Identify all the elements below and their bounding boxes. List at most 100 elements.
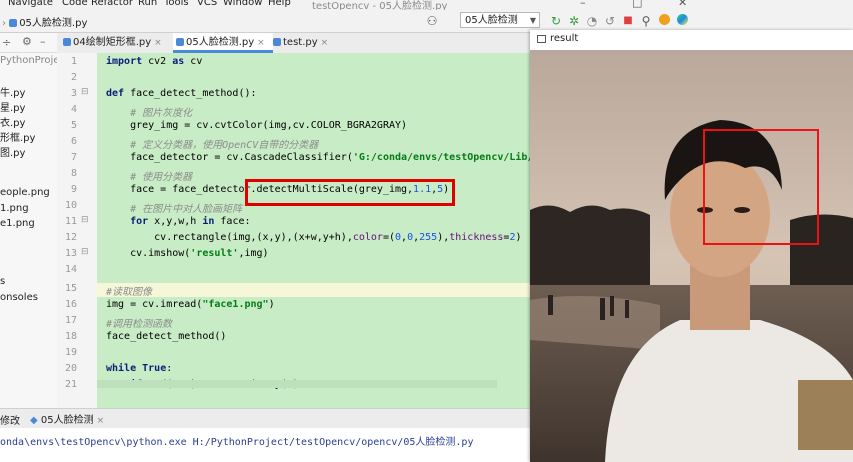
code-line-20: while True:: [106, 363, 173, 374]
maximize-icon[interactable]: □: [632, 0, 642, 9]
horizontal-scrollbar[interactable]: [97, 380, 497, 388]
collapse-all-icon[interactable]: ÷: [2, 36, 11, 49]
line-number: 14: [64, 264, 77, 275]
project-file[interactable]: eople.png: [0, 187, 50, 198]
window-controls: – □ ✕: [560, 0, 710, 9]
plugin-icon[interactable]: [674, 13, 690, 29]
breadcrumb[interactable]: › 05人脸检测.py: [2, 14, 87, 29]
python-file-icon: [63, 38, 71, 46]
line-number: 11: [64, 216, 77, 227]
chevron-down-icon: ▼: [529, 16, 536, 25]
run-configuration-select[interactable]: 05人脸检测 ▼: [460, 12, 540, 28]
project-node[interactable]: s: [0, 276, 5, 287]
line-number: 2: [70, 72, 77, 83]
project-node-consoles[interactable]: onsoles: [0, 292, 38, 303]
line-number: 15: [64, 283, 77, 294]
close-tab-icon[interactable]: ×: [257, 38, 265, 48]
menu-window[interactable]: Window: [223, 0, 262, 8]
menu-navigate[interactable]: Navigate: [8, 0, 53, 8]
toolbar: ⚇ 05人脸检测 ▼ ↻ ✲ ◔ ↺ ■ ⚲: [420, 12, 853, 30]
code-editor[interactable]: import cv2 as cv def face_detect_method(…: [97, 53, 530, 408]
code-line-3: def face_detect_method():: [106, 88, 257, 99]
code-line-4: # 图片灰度化: [106, 108, 193, 119]
project-file[interactable]: e1.png: [0, 218, 35, 229]
tab-run-05[interactable]: ◆ 05人脸检测 ×: [30, 411, 104, 426]
code-line-1: import cv2 as cv: [106, 56, 203, 67]
code-line-11: for x,y,w,h in face:: [130, 216, 251, 227]
tab-changes[interactable]: 修改: [0, 412, 20, 427]
project-file[interactable]: 衣.py: [0, 114, 25, 129]
result-window-title: result: [550, 33, 579, 44]
line-number: 12: [64, 232, 77, 243]
menu-tools[interactable]: Tools: [164, 0, 189, 8]
line-number: 1: [70, 56, 77, 67]
project-file[interactable]: 星.py: [0, 99, 25, 114]
close-tab-icon[interactable]: ×: [97, 416, 105, 426]
fold-icon[interactable]: ⊟: [81, 87, 89, 97]
close-tab-icon[interactable]: ×: [154, 38, 162, 48]
code-line-15: #读取图像: [106, 287, 153, 298]
line-number: 9: [70, 184, 77, 195]
code-line-18: face_detect_method(): [106, 331, 227, 342]
line-number: 16: [64, 299, 77, 310]
run-console[interactable]: onda\envs\testOpencv\python.exe H:/Pytho…: [0, 428, 530, 462]
editor-tab-bar: 04绘制矩形框.py × 05人脸检测.py × test.py ×: [57, 33, 530, 54]
stop-icon[interactable]: ■: [620, 13, 636, 29]
menu-run[interactable]: Run: [138, 0, 157, 8]
close-tab-icon[interactable]: ×: [321, 38, 329, 48]
code-line-5: grey_img = cv.cvtColor(img,cv.COLOR_BGRA…: [106, 120, 408, 131]
menu-code[interactable]: Code: [62, 0, 88, 8]
folder-icon: ›: [2, 18, 6, 29]
fold-icon[interactable]: ⊟: [81, 247, 89, 257]
annotation-highlight-box: [245, 179, 455, 206]
minimize-icon[interactable]: –: [580, 0, 586, 9]
project-file[interactable]: 图.py: [0, 144, 25, 159]
tab-05[interactable]: 05人脸检测.py ×: [173, 33, 273, 53]
code-line-6: # 定义分类器，使用OpenCV自带的分类器: [106, 140, 319, 151]
current-line-highlight: [97, 283, 530, 297]
update-icon[interactable]: [656, 13, 672, 29]
portrait-photo: [530, 50, 853, 462]
menu-bar: Navigate Code Refactor Run Tools VCS Win…: [0, 0, 853, 10]
debug-icon[interactable]: ✲: [566, 13, 582, 29]
line-number: 21: [64, 379, 77, 390]
project-panel-header: ÷ ⚙ –: [0, 33, 57, 53]
gear-icon[interactable]: ⚙: [22, 35, 32, 48]
tab-04[interactable]: 04绘制矩形框.py ×: [63, 33, 173, 53]
project-root[interactable]: PythonProject: [0, 55, 57, 66]
hide-icon[interactable]: –: [40, 35, 46, 48]
run-panel-tab-bar: 修改 ◆ 05人脸检测 ×: [0, 408, 530, 429]
run-config-icon: ◆: [30, 415, 38, 426]
line-number: 20: [64, 363, 77, 374]
coverage-icon[interactable]: ◔: [584, 13, 600, 29]
line-number: 10: [64, 200, 77, 211]
rerun-icon[interactable]: ↻: [548, 13, 564, 29]
search-everywhere-icon[interactable]: ⚲: [638, 13, 654, 29]
user-icon[interactable]: ⚇: [424, 13, 440, 29]
line-number: 18: [64, 331, 77, 342]
line-number: 7: [70, 152, 77, 163]
code-line-17: #调用检测函数: [106, 319, 173, 330]
menu-help[interactable]: Help: [268, 0, 291, 8]
line-number: 5: [70, 120, 77, 131]
profile-icon[interactable]: ↺: [602, 13, 618, 29]
fold-icon[interactable]: ⊟: [81, 215, 89, 225]
line-number: 6: [70, 136, 77, 147]
line-number: 4: [70, 104, 77, 115]
menu-refactor[interactable]: Refactor: [91, 0, 133, 8]
code-line-10: # 在图片中对人脸画矩阵: [106, 204, 243, 215]
project-file[interactable]: 1.png: [0, 203, 29, 214]
line-number: 19: [64, 347, 77, 358]
line-number: 8: [70, 168, 77, 179]
menu-vcs[interactable]: VCS: [197, 0, 217, 8]
result-window-titlebar[interactable]: result: [530, 30, 853, 50]
console-output-line: onda\envs\testOpencv\python.exe H:/Pytho…: [0, 437, 474, 448]
project-file[interactable]: 牛.py: [0, 84, 25, 99]
result-window[interactable]: result: [530, 30, 853, 462]
breadcrumb-file[interactable]: 05人脸检测.py: [19, 18, 87, 29]
python-file-icon: [273, 38, 281, 46]
python-file-icon: [176, 38, 184, 46]
tab-test[interactable]: test.py ×: [269, 33, 343, 53]
project-file[interactable]: 形框.py: [0, 129, 35, 144]
close-window-icon[interactable]: ✕: [678, 0, 687, 9]
